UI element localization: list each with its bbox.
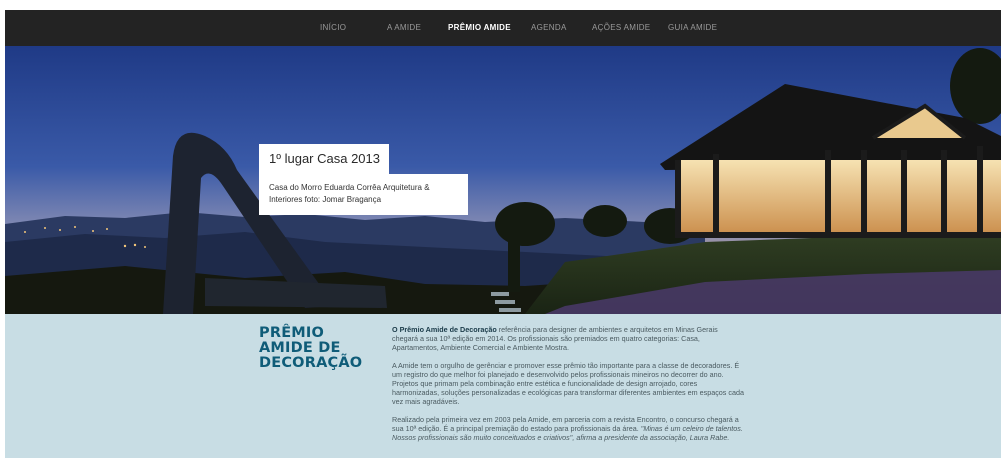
award-paragraph-1: O Prêmio Amide de Decoração referência p… <box>392 325 744 352</box>
hero-photo <box>5 46 1001 314</box>
nav-item-inicio[interactable]: INÍCIO <box>320 10 346 46</box>
slide-caption: Casa do Morro Eduarda Corrêa Arquitetura… <box>259 174 468 215</box>
award-info-section: PRÊMIO AMIDE DE DECORAÇÃO O Prêmio Amide… <box>5 314 1001 458</box>
award-title-line-3: DECORAÇÃO <box>259 355 363 371</box>
nav-item-premio-amide[interactable]: PRÊMIO AMIDE <box>448 10 511 46</box>
hero-slideshow[interactable] <box>5 46 1001 314</box>
main-navbar: INÍCIO A AMIDE PRÊMIO AMIDE AGENDA AÇÕES… <box>5 10 1001 46</box>
award-paragraph-2: A Amide tem o orgulho de gerênciar e pro… <box>392 361 744 406</box>
award-paragraph-3: Realizado pela primeira vez em 2003 pela… <box>392 415 744 442</box>
award-description: O Prêmio Amide de Decoração referência p… <box>392 325 744 451</box>
award-title-line-2: AMIDE DE <box>259 340 341 356</box>
nav-item-a-amide[interactable]: A AMIDE <box>387 10 421 46</box>
award-title-line-1: PRÊMIO <box>259 325 325 341</box>
award-title: PRÊMIO AMIDE DE DECORAÇÃO <box>259 326 379 371</box>
slide-title: 1º lugar Casa 2013 <box>259 144 389 174</box>
nav-item-guia-amide[interactable]: GUIA AMIDE <box>668 10 717 46</box>
award-name-strong: O Prêmio Amide de Decoração <box>392 325 497 334</box>
nav-item-agenda[interactable]: AGENDA <box>531 10 567 46</box>
nav-item-acoes-amide[interactable]: AÇÕES AMIDE <box>592 10 650 46</box>
